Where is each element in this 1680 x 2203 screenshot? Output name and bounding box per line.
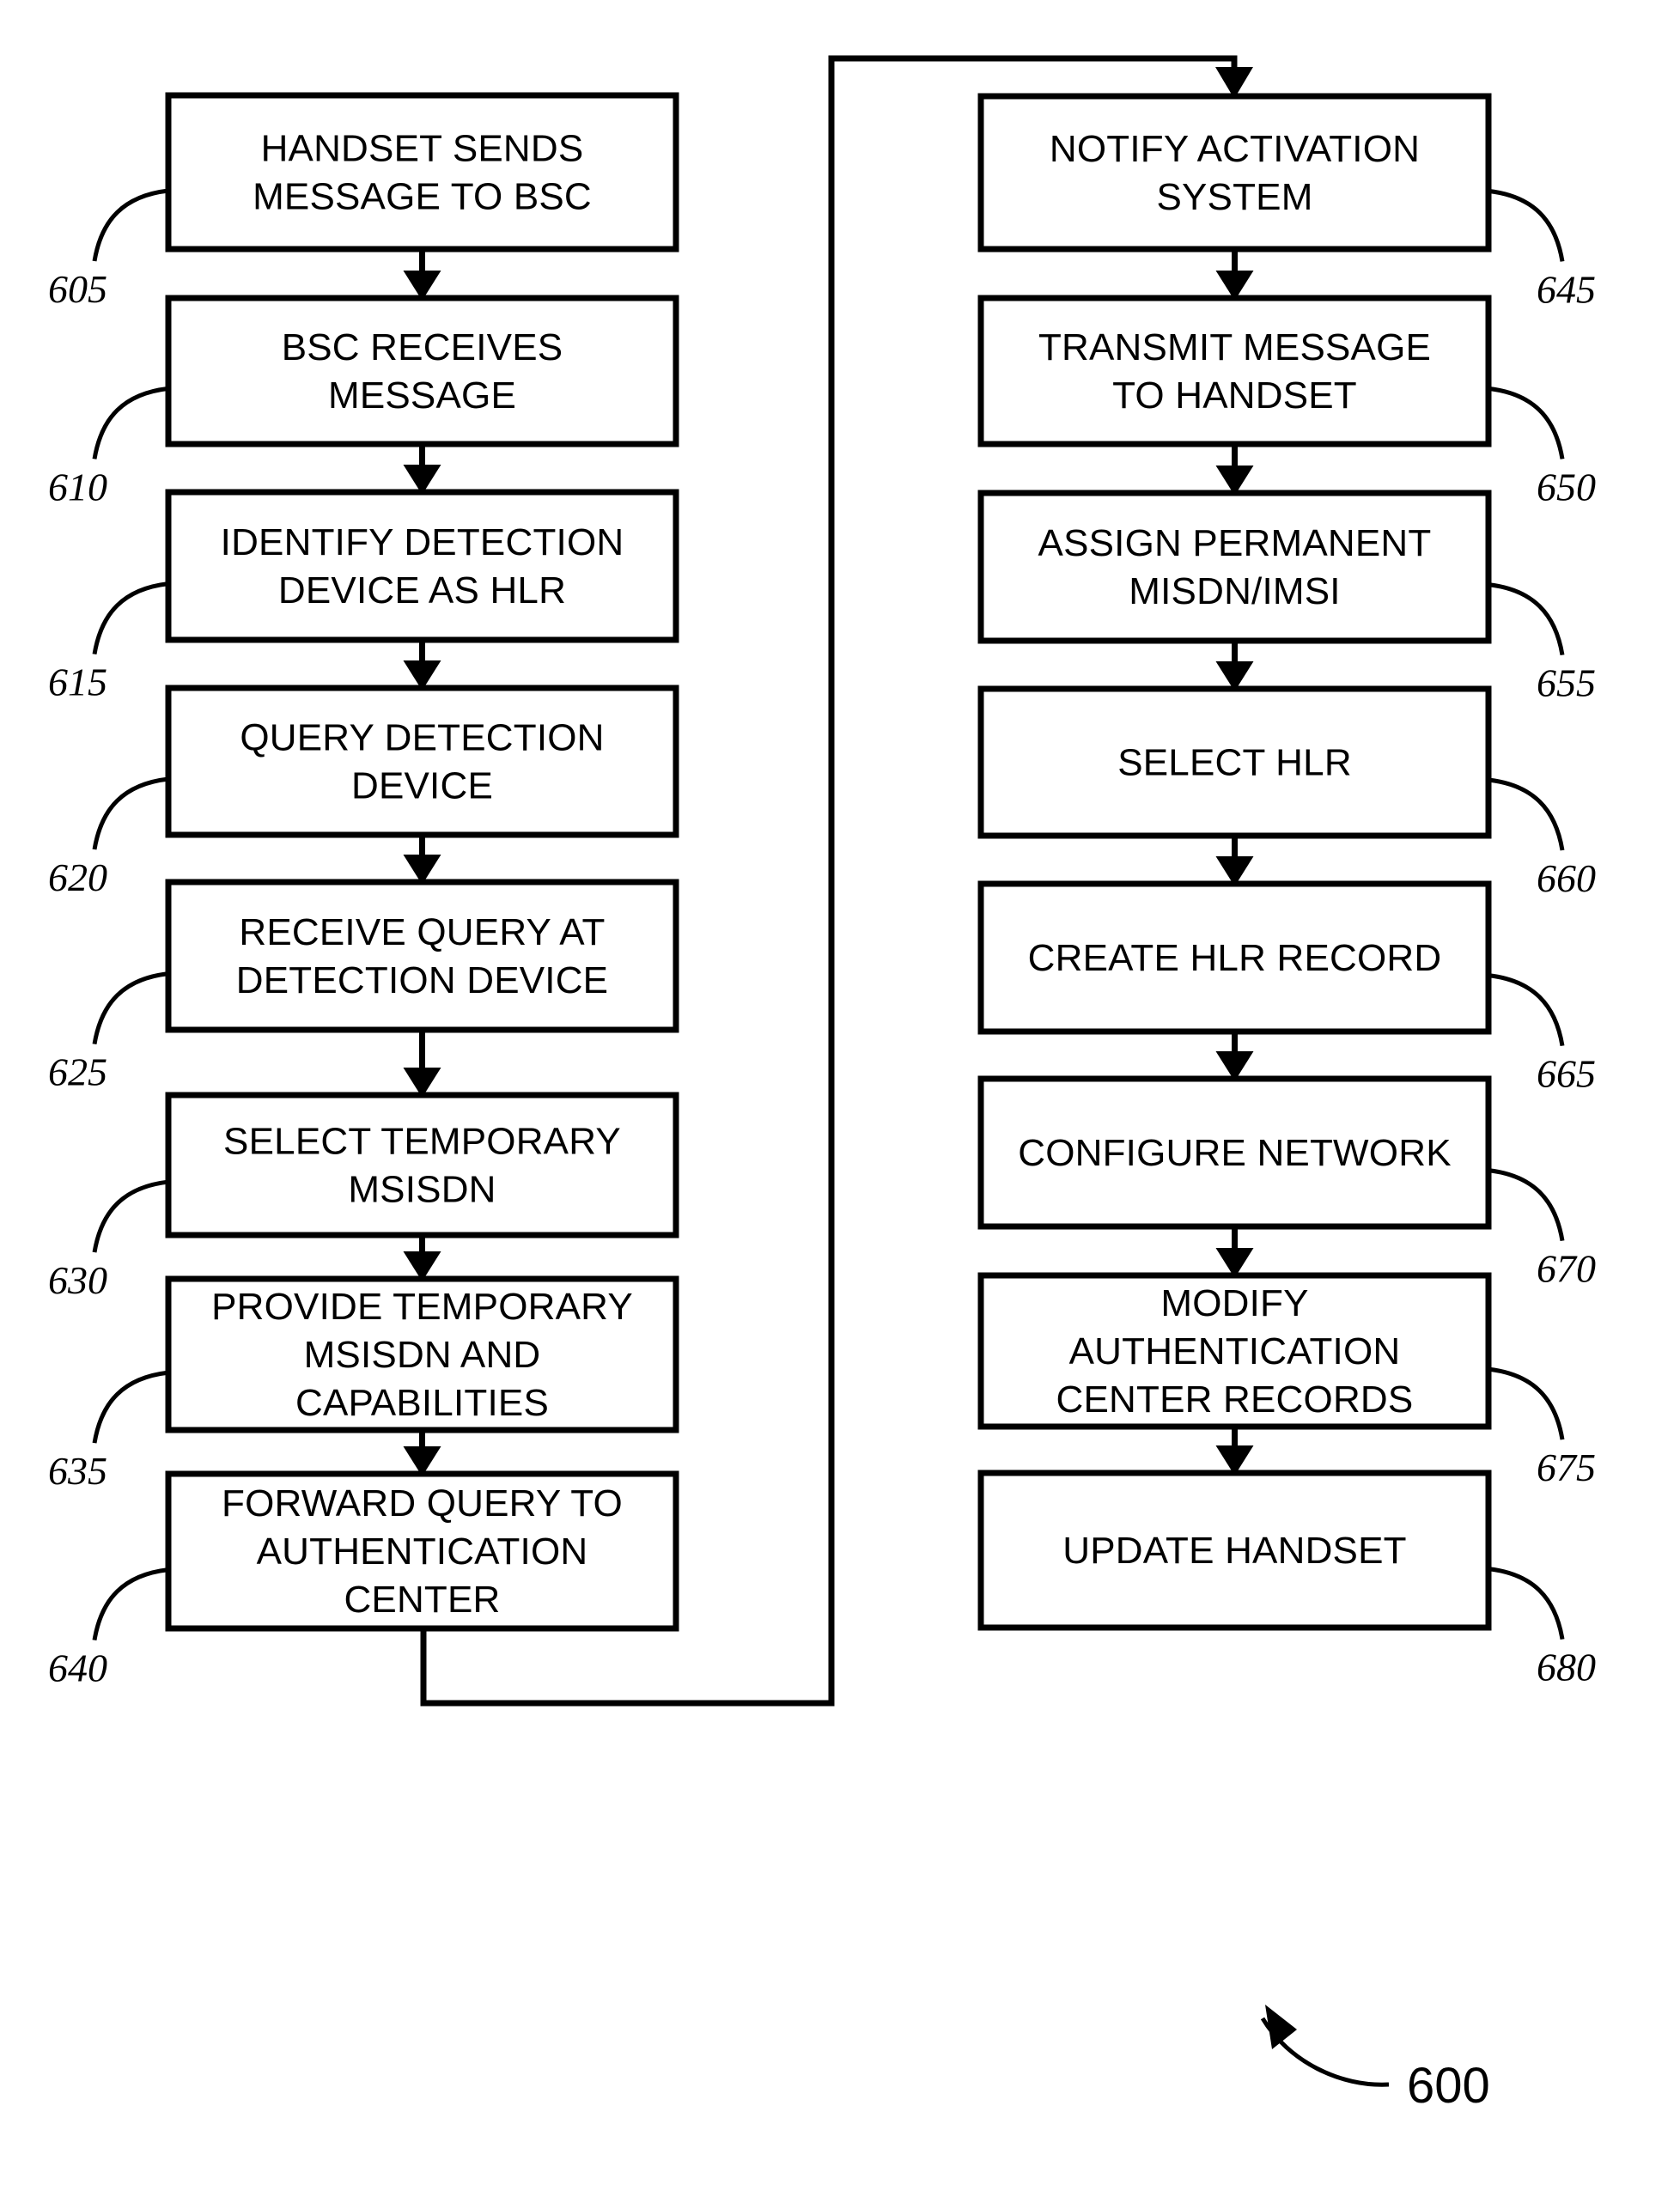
flow-step-615[interactable]: IDENTIFY DETECTION DEVICE AS HLR 615 [48, 489, 679, 704]
reference-leader-line-610 [92, 386, 169, 459]
step-label-680: UPDATE HANDSET [1062, 1530, 1406, 1572]
step-label-625: RECEIVE QUERY AT [239, 911, 605, 953]
flow-step-650[interactable]: TRANSMIT MESSAGE TO HANDSET 650 [977, 295, 1596, 508]
step-label-630: MSISDN [348, 1169, 496, 1211]
reference-number-665: 665 [1537, 1052, 1596, 1096]
reference-leader-line-615 [92, 581, 169, 655]
step-label-635: MSISDN AND [304, 1334, 541, 1376]
reference-leader-line-655 [1488, 582, 1565, 656]
step-label-635: CAPABILITIES [295, 1382, 549, 1424]
flow-step-665[interactable]: CREATE HLR RECORD 665 [977, 880, 1596, 1096]
right-column-steps: NOTIFY ACTIVATIONSYSTEM645TRANSMIT MESSA… [977, 93, 1596, 1689]
figure-number: 600 [1407, 2058, 1490, 2114]
patent-figure: HANDSET SENDS MESSAGE TO BSC 605 BSC RECEIV… [0, 0, 1680, 2203]
left-column-steps: HANDSET SENDSMESSAGE TO BSC605BSC RECEIV… [48, 92, 679, 1690]
flow-step-620[interactable]: QUERY DETECTION DEVICE 620 [48, 685, 679, 899]
step-label-615: DEVICE AS HLR [278, 569, 566, 612]
reference-number-650: 650 [1537, 465, 1596, 508]
step-label-655: ASSIGN PERMANENT [1038, 522, 1432, 564]
step-label-665: CREATE HLR RECORD [1028, 937, 1442, 979]
flow-step-635[interactable]: PROVIDE TEMPORARY MSISDN AND CAPABILITIES 6… [48, 1275, 679, 1493]
step-label-620: QUERY DETECTION [240, 717, 604, 759]
flow-step-645[interactable]: NOTIFY ACTIVATION SYSTEM 645 [977, 93, 1596, 311]
reference-leader-line-605 [92, 188, 169, 262]
reference-leader-line-680 [1488, 1567, 1565, 1640]
step-label-625: DETECTION DEVICE [236, 959, 608, 1001]
reference-number-675: 675 [1537, 1445, 1596, 1489]
step-label-640: CENTER [344, 1579, 500, 1621]
reference-leader-line-645 [1488, 188, 1565, 262]
step-label-610: BSC RECEIVES [282, 326, 563, 368]
step-label-605: MESSAGE TO BSC [253, 176, 592, 218]
flow-step-640[interactable]: FORWARD QUERY TO AUTHENTICATION CENTER 640 [48, 1470, 679, 1690]
step-box-650[interactable] [977, 295, 1492, 447]
reference-number-680: 680 [1537, 1646, 1596, 1689]
step-box-655[interactable] [977, 490, 1492, 644]
flow-step-680[interactable]: UPDATE HANDSET 680 [977, 1470, 1596, 1689]
reference-number-605: 605 [48, 267, 107, 311]
step-label-670: CONFIGURE NETWORK [1018, 1132, 1452, 1174]
step-label-645: SYSTEM [1156, 176, 1312, 218]
step-label-630: SELECT TEMPORARY [223, 1121, 621, 1163]
step-label-620: DEVICE [351, 765, 493, 807]
reference-leader-line-670 [1488, 1168, 1565, 1242]
step-label-655: MISDN/IMSI [1129, 570, 1340, 612]
step-label-640: AUTHENTICATION [257, 1531, 588, 1573]
step-label-640: FORWARD QUERY TO [222, 1482, 623, 1524]
reference-leader-line-650 [1488, 386, 1565, 459]
step-box-630[interactable] [165, 1092, 679, 1238]
step-box-605[interactable] [165, 92, 679, 253]
step-label-650: TO HANDSET [1112, 374, 1357, 417]
step-label-605: HANDSET SENDS [261, 128, 584, 170]
flow-step-605[interactable]: HANDSET SENDS MESSAGE TO BSC 605 [48, 92, 679, 311]
reference-number-670: 670 [1537, 1247, 1596, 1291]
step-box-645[interactable] [977, 93, 1492, 253]
flow-step-670[interactable]: CONFIGURE NETWORK 670 [977, 1075, 1596, 1291]
flow-step-625[interactable]: RECEIVE QUERY AT DETECTION DEVICE 625 [48, 879, 679, 1094]
step-label-675: MODIFY [1160, 1282, 1308, 1324]
flow-step-630[interactable]: SELECT TEMPORARY MSISDN 630 [48, 1092, 679, 1302]
flow-step-660[interactable]: SELECT HLR 660 [977, 685, 1596, 900]
reference-number-660: 660 [1537, 856, 1596, 900]
reference-leader-line-675 [1488, 1366, 1565, 1440]
step-label-675: CENTER RECORDS [1056, 1378, 1414, 1421]
reference-number-625: 625 [48, 1050, 107, 1094]
flowchart-svg: HANDSET SENDSMESSAGE TO BSC605BSC RECEIV… [48, 55, 1596, 2114]
reference-number-615: 615 [48, 660, 107, 704]
step-label-650: TRANSMIT MESSAGE [1038, 326, 1431, 368]
step-label-610: MESSAGE [328, 374, 516, 417]
reference-number-655: 655 [1537, 661, 1596, 705]
reference-leader-line-660 [1488, 777, 1565, 851]
step-box-620[interactable] [165, 685, 679, 838]
step-label-675: AUTHENTICATION [1069, 1330, 1401, 1372]
reference-leader-line-635 [92, 1370, 169, 1444]
step-box-615[interactable] [165, 489, 679, 643]
flow-step-655[interactable]: ASSIGN PERMANENT MISDN/IMSI 655 [977, 490, 1596, 705]
reference-leader-line-625 [92, 971, 169, 1045]
reference-number-620: 620 [48, 855, 107, 899]
reference-number-645: 645 [1537, 267, 1596, 311]
step-box-625[interactable] [165, 879, 679, 1033]
reference-number-640: 640 [48, 1646, 107, 1690]
flow-step-675[interactable]: MODIFY AUTHENTICATION CENTER RECORDS 675 [977, 1272, 1596, 1489]
figure-number-label: 600 [1260, 2005, 1490, 2114]
reference-leader-line-620 [92, 776, 169, 850]
step-label-660: SELECT HLR [1117, 742, 1352, 784]
reference-number-610: 610 [48, 465, 107, 508]
step-label-645: NOTIFY ACTIVATION [1050, 128, 1420, 170]
step-label-635: PROVIDE TEMPORARY [211, 1286, 633, 1328]
flow-step-610[interactable]: BSC RECEIVES MESSAGE 610 [48, 295, 679, 508]
reference-number-635: 635 [48, 1449, 107, 1493]
step-label-615: IDENTIFY DETECTION [221, 521, 624, 563]
reference-number-630: 630 [48, 1258, 107, 1302]
reference-leader-line-665 [1488, 973, 1565, 1047]
step-box-610[interactable] [165, 295, 679, 447]
reference-leader-line-630 [92, 1179, 169, 1253]
reference-leader-line-640 [92, 1567, 169, 1641]
